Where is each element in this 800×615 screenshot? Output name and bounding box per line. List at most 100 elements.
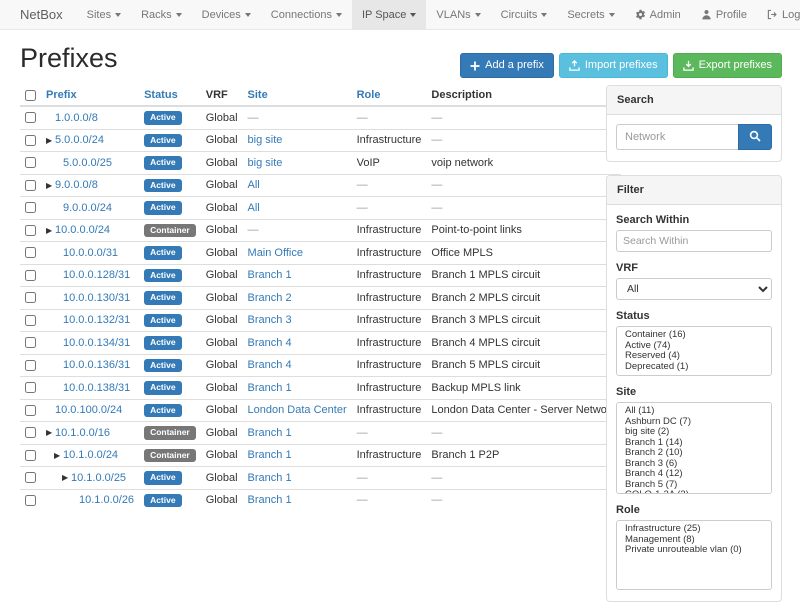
brand-logo[interactable]: NetBox <box>0 0 77 29</box>
prefix-link[interactable]: 10.0.100.0/24 <box>55 404 122 416</box>
multiselect-option[interactable]: Private unrouteable vlan (0) <box>617 545 771 556</box>
export-prefixes-button[interactable]: Export prefixes <box>673 53 782 78</box>
row-checkbox[interactable] <box>25 135 36 146</box>
nav-item-connections[interactable]: Connections <box>261 0 352 29</box>
row-checkbox[interactable] <box>25 225 36 236</box>
multiselect-option[interactable]: COLO-1-2A (3) <box>617 490 771 494</box>
search-input[interactable] <box>616 124 738 150</box>
action-buttons: Add a prefixImport prefixesExport prefix… <box>460 53 782 78</box>
prefix-link[interactable]: 5.0.0.0/24 <box>55 134 104 146</box>
filter-multiselect-role[interactable]: Infrastructure (25)Management (8)Private… <box>616 520 772 590</box>
multiselect-option[interactable]: Reserved (4) <box>617 351 771 362</box>
nav-item-vlans[interactable]: VLANs <box>426 0 490 29</box>
nav-item-secrets[interactable]: Secrets <box>557 0 624 29</box>
row-checkbox[interactable] <box>25 315 36 326</box>
description-cell: Branch 3 MPLS circuit <box>426 309 621 332</box>
nav-item-circuits[interactable]: Circuits <box>491 0 558 29</box>
multiselect-option[interactable]: Management (8) <box>617 535 771 546</box>
site-link[interactable]: Branch 1 <box>248 449 292 461</box>
prefix-link[interactable]: 10.1.0.0/24 <box>63 449 118 461</box>
site-link[interactable]: Branch 1 <box>248 427 292 439</box>
row-checkbox[interactable] <box>25 495 36 506</box>
nav-item-admin[interactable]: Admin <box>625 0 691 29</box>
site-link[interactable]: All <box>248 179 260 191</box>
nav-item-log-out[interactable]: Log out <box>757 0 800 29</box>
column-header-site[interactable]: Site <box>243 85 352 106</box>
add-a-prefix-button[interactable]: Add a prefix <box>460 53 554 78</box>
table-row: 5.0.0.0/25ActiveGlobalbig siteVoIPvoip n… <box>20 152 621 175</box>
site-link[interactable]: big site <box>248 134 283 146</box>
site-link[interactable]: Branch 1 <box>248 382 292 394</box>
row-checkbox[interactable] <box>25 157 36 168</box>
site-link[interactable]: big site <box>248 157 283 169</box>
prefix-link[interactable]: 10.1.0.0/25 <box>71 472 126 484</box>
site-link[interactable]: Branch 2 <box>248 292 292 304</box>
multiselect-option[interactable]: All (11) <box>617 406 771 417</box>
column-header-role[interactable]: Role <box>352 85 427 106</box>
role-cell: Infrastructure <box>352 242 427 265</box>
prefix-link[interactable]: 10.0.0.130/31 <box>63 292 130 304</box>
row-checkbox[interactable] <box>25 270 36 281</box>
prefix-link[interactable]: 10.1.0.0/26 <box>79 494 134 506</box>
search-button[interactable] <box>738 124 772 150</box>
filter-multiselect-site[interactable]: All (11)Ashburn DC (7)big site (2)Branch… <box>616 402 772 494</box>
multiselect-option[interactable]: Deprecated (1) <box>617 362 771 373</box>
prefix-link[interactable]: 1.0.0.0/8 <box>55 112 98 124</box>
prefix-link[interactable]: 10.1.0.0/16 <box>55 427 110 439</box>
row-checkbox[interactable] <box>25 360 36 371</box>
site-link[interactable]: Main Office <box>248 247 303 259</box>
site-link[interactable]: Branch 1 <box>248 472 292 484</box>
prefix-link[interactable]: 10.0.0.134/31 <box>63 337 130 349</box>
nav-item-devices[interactable]: Devices <box>192 0 261 29</box>
filter-input-search-within[interactable] <box>616 230 772 252</box>
prefix-link[interactable]: 9.0.0.0/8 <box>55 179 98 191</box>
site-link[interactable]: Branch 1 <box>248 269 292 281</box>
site-link[interactable]: Branch 4 <box>248 337 292 349</box>
row-checkbox-cell <box>20 489 41 511</box>
row-checkbox[interactable] <box>25 180 36 191</box>
prefix-link[interactable]: 10.0.0.138/31 <box>63 382 130 394</box>
nav-item-sites[interactable]: Sites <box>77 0 131 29</box>
nav-item-ip-space[interactable]: IP Space <box>352 0 426 29</box>
row-checkbox[interactable] <box>25 472 36 483</box>
row-checkbox[interactable] <box>25 247 36 258</box>
import-prefixes-button[interactable]: Import prefixes <box>559 53 668 78</box>
multiselect-option[interactable]: Infrastructure (25) <box>617 524 771 535</box>
table-row: 10.0.100.0/24ActiveGlobalLondon Data Cen… <box>20 399 621 422</box>
site-link[interactable]: Branch 3 <box>248 314 292 326</box>
multiselect-option[interactable]: Branch 2 (10) <box>617 448 771 459</box>
prefix-link[interactable]: 10.0.0.0/24 <box>55 224 110 236</box>
prefix-link[interactable]: 10.0.0.132/31 <box>63 314 130 326</box>
row-checkbox[interactable] <box>25 112 36 123</box>
site-link[interactable]: Branch 4 <box>248 359 292 371</box>
column-header-status[interactable]: Status <box>139 85 201 106</box>
filter-select-vrf[interactable]: All <box>616 278 772 300</box>
site-link[interactable]: London Data Center <box>248 404 347 416</box>
prefix-link[interactable]: 5.0.0.0/25 <box>63 157 112 169</box>
filter-multiselect-status[interactable]: Container (16)Active (74)Reserved (4)Dep… <box>616 326 772 376</box>
row-checkbox[interactable] <box>25 382 36 393</box>
nav-item-profile[interactable]: Profile <box>691 0 757 29</box>
nav-item-racks[interactable]: Racks <box>131 0 192 29</box>
prefix-link[interactable]: 9.0.0.0/24 <box>63 202 112 214</box>
row-checkbox[interactable] <box>25 292 36 303</box>
indent-spacer <box>46 457 54 458</box>
multiselect-option[interactable]: big site (2) <box>617 427 771 438</box>
prefix-link[interactable]: 10.0.0.0/31 <box>63 247 118 259</box>
site-link[interactable]: All <box>248 202 260 214</box>
row-checkbox-cell <box>20 444 41 467</box>
multiselect-option[interactable]: Container (16) <box>617 330 771 341</box>
row-checkbox[interactable] <box>25 427 36 438</box>
column-header-prefix[interactable]: Prefix <box>41 85 139 106</box>
role-cell: Infrastructure <box>352 399 427 422</box>
multiselect-option[interactable]: Branch 4 (12) <box>617 469 771 480</box>
site-link[interactable]: Branch 1 <box>248 494 292 506</box>
row-checkbox[interactable] <box>25 405 36 416</box>
prefix-link[interactable]: 10.0.0.128/31 <box>63 269 130 281</box>
row-checkbox[interactable] <box>25 450 36 461</box>
prefix-link[interactable]: 10.0.0.136/31 <box>63 359 130 371</box>
select-all-checkbox[interactable] <box>25 90 36 101</box>
row-checkbox[interactable] <box>25 202 36 213</box>
row-checkbox[interactable] <box>25 337 36 348</box>
vrf-cell: Global <box>201 174 243 197</box>
